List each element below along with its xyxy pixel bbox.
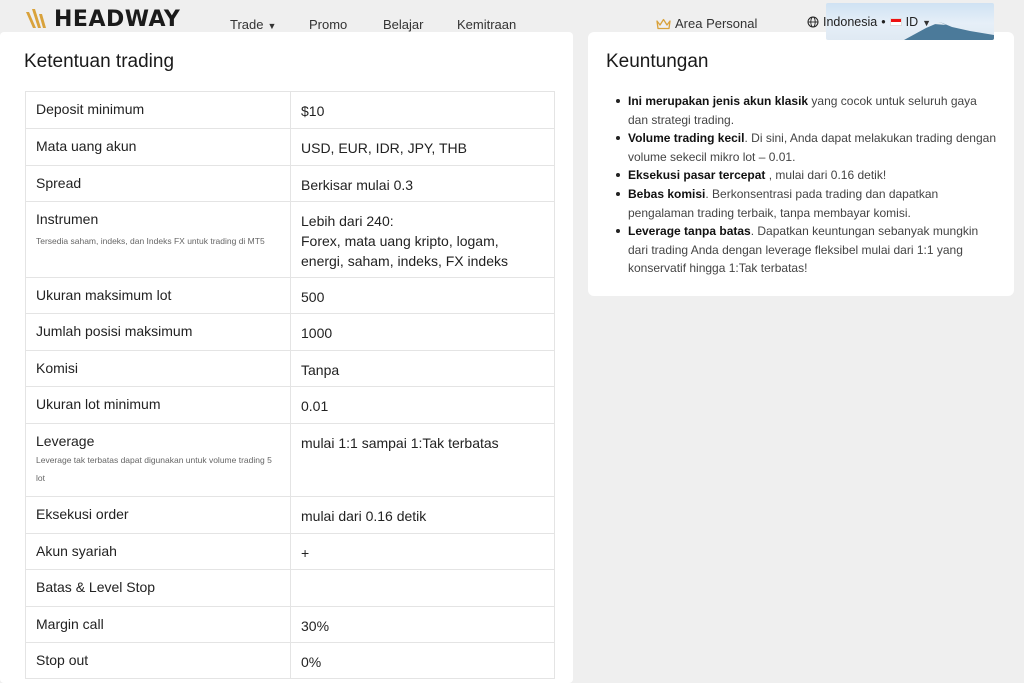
nav-kemitraan[interactable]: Kemitraan [457,17,516,32]
trading-conditions-title: Ketentuan trading [24,51,175,72]
trading-conditions-table: Deposit minimum $10 Mata uang akun USD, … [25,91,555,679]
benefit-text: , mulai dari 0.16 detik! [765,168,887,183]
row-value [290,569,555,607]
benefits-card: Keuntungan Ini merupakan jenis akun klas… [588,32,1014,296]
row-note: Tersedia saham, indeks, dan Indeks FX un… [36,236,265,246]
crown-icon [656,18,671,29]
table-row: Batas & Level Stop [25,569,555,607]
table-row: Instrumen Tersedia saham, indeks, dan In… [25,201,555,278]
benefit-bold: Bebas komisi [628,186,706,201]
row-value-cell: Lebih dari 240: Forex, mata uang kripto,… [290,201,555,278]
list-item: Leverage tanpa batas. Dapatkan keuntunga… [616,222,998,278]
row-value: 0% [290,642,555,679]
area-personal-label: Area Personal [675,16,758,31]
language-code: ID [905,15,919,29]
row-key-cell: Leverage Leverage tak terbatas dapat dig… [25,423,291,497]
list-item: Volume trading kecil. Di sini, Anda dapa… [616,129,998,166]
row-key-cell: Instrumen Tersedia saham, indeks, dan In… [25,201,291,278]
table-row: Ukuran lot minimum 0.01 [25,386,555,424]
row-value: USD, EUR, IDR, JPY, THB [290,128,555,166]
language-separator: • [881,15,886,29]
nav-promo-label: Promo [309,17,348,32]
row-key: Mata uang akun [25,128,291,166]
table-row: Margin call 30% [25,606,555,643]
table-row: Ukuran maksimum lot 500 [25,277,555,314]
row-key: Leverage [36,433,95,449]
row-value: mulai dari 0.16 detik [290,496,555,534]
nav-trade-label: Trade [230,17,264,32]
row-value: 1000 [290,313,555,351]
row-key: Jumlah posisi maksimum [25,313,291,351]
site-header: HEADWAY Trade ▼ Promo Belajar Kemitraan … [0,0,1024,44]
headway-logo[interactable]: HEADWAY [24,6,180,32]
table-row: Komisi Tanpa [25,350,555,387]
benefits-list: Ini merupakan jenis akun klasik yang coc… [616,92,998,278]
row-value: Tanpa [290,350,555,387]
language-label: Indonesia [823,15,878,29]
row-value: 500 [290,277,555,314]
row-value: mulai 1:1 sampai 1:Tak terbatas [290,423,555,497]
row-key: Stop out [25,642,291,679]
row-key: Margin call [25,606,291,643]
row-key: Deposit minimum [25,91,291,129]
benefit-bold: Leverage tanpa batas [628,224,751,239]
table-row: Stop out 0% [25,642,555,679]
table-row: Jumlah posisi maksimum 1000 [25,313,555,351]
chevron-down-icon: ▼ [267,20,277,31]
row-key: Instrumen [36,211,99,227]
table-row: Akun syariah + [25,533,555,570]
benefit-bold: Eksekusi pasar tercepat [628,168,766,183]
row-value: 30% [290,606,555,643]
list-item: Bebas komisi. Berkonsentrasi pada tradin… [616,185,998,222]
indonesia-flag-icon [889,18,902,26]
language-selector[interactable]: Indonesia • ID ▼ [807,15,931,29]
benefit-bold: Ini merupakan jenis akun klasik [628,94,809,108]
row-value: Lebih dari 240: [301,213,394,229]
chevron-down-icon: ▼ [922,18,932,28]
benefits-title: Keuntungan [606,51,709,72]
row-key: Ukuran maksimum lot [25,277,291,314]
row-key: Batas & Level Stop [25,569,291,607]
table-row: Mata uang akun USD, EUR, IDR, JPY, THB [25,128,555,166]
row-value: Berkisar mulai 0.3 [290,165,555,202]
area-personal-link[interactable]: Area Personal [656,16,757,31]
nav-belajar-label: Belajar [383,17,424,32]
row-value-detail: Forex, mata uang kripto, logam, energi, … [301,233,508,269]
nav-kemitraan-label: Kemitraan [457,17,517,32]
table-row: Spread Berkisar mulai 0.3 [25,165,555,202]
row-value: $10 [290,91,555,129]
row-key: Akun syariah [25,533,291,570]
nav-promo[interactable]: Promo [309,17,347,32]
row-value: 0.01 [290,386,555,424]
list-item: Eksekusi pasar tercepat , mulai dari 0.1… [616,166,998,185]
row-value: + [290,533,555,570]
table-row: Leverage Leverage tak terbatas dapat dig… [25,423,555,497]
row-key: Spread [25,165,291,202]
row-key: Ukuran lot minimum [25,386,291,424]
trading-conditions-card: Ketentuan trading Deposit minimum $10 Ma… [0,32,573,683]
table-row: Deposit minimum $10 [25,91,555,129]
logo-text: HEADWAY [54,6,181,32]
row-key: Eksekusi order [25,496,291,534]
table-row: Eksekusi order mulai dari 0.16 detik [25,496,555,534]
list-item: Ini merupakan jenis akun klasik yang coc… [616,92,998,129]
headway-logo-icon [26,9,46,28]
row-note: Leverage tak terbatas dapat digunakan un… [36,455,272,483]
row-key: Komisi [25,350,291,387]
globe-icon [807,16,819,28]
nav-trade[interactable]: Trade ▼ [230,17,276,32]
nav-belajar[interactable]: Belajar [383,17,423,32]
benefit-bold: Volume trading kecil [628,131,745,146]
